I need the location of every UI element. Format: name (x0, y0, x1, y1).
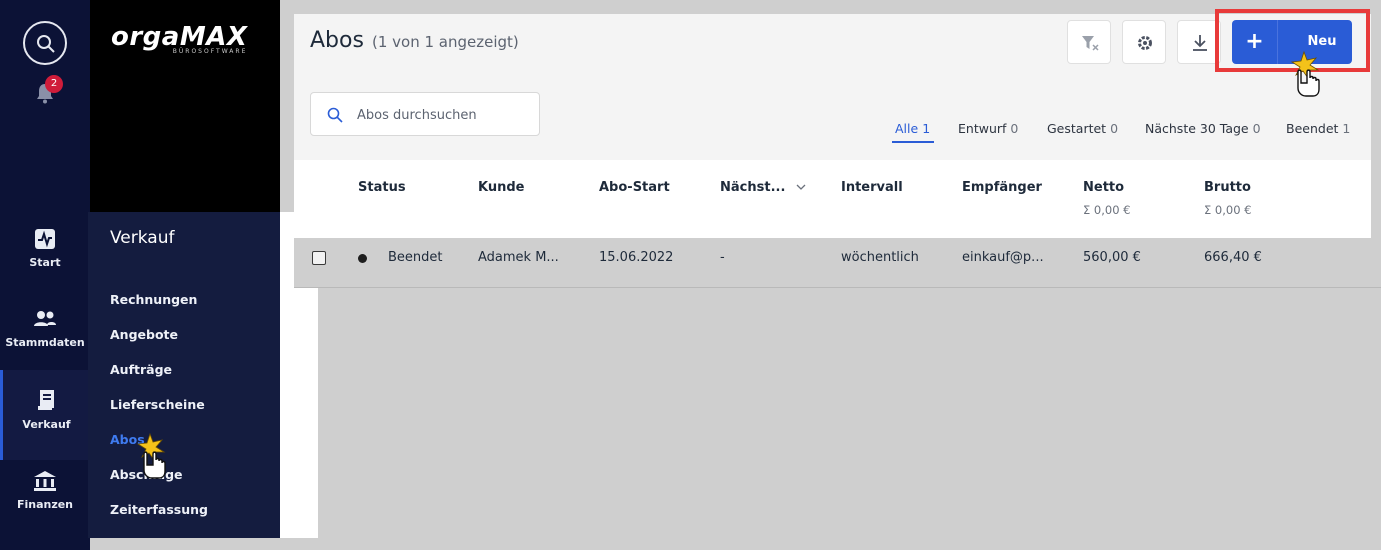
global-search-button[interactable] (23, 21, 67, 65)
icon-rail: 2 Start Stammdaten Verkauf Finanzen (0, 0, 90, 550)
clear-filter-button[interactable] (1067, 20, 1111, 64)
row-checkbox[interactable] (312, 251, 326, 265)
subnav-title: Verkauf (110, 228, 175, 248)
tab-alle[interactable]: Alle 1 (895, 121, 930, 136)
orgamax-logo: orgaMAX BÜROSOFTWARE (111, 22, 248, 55)
cell-kunde: Adamek M... (478, 250, 559, 265)
status-dot (358, 254, 367, 263)
tab-naechste-30-tage[interactable]: Nächste 30 Tage 0 (1145, 121, 1261, 136)
rail-item-label: Finanzen (16, 498, 74, 511)
users-icon (34, 311, 56, 326)
search-icon (327, 107, 343, 123)
search-input[interactable] (357, 103, 527, 127)
cell-netto: 560,00 € (1083, 250, 1141, 265)
column-abo-start[interactable]: Abo-Start (599, 180, 670, 195)
cell-intervall: wöchentlich (841, 250, 919, 265)
subnav-item-auftraege[interactable]: Aufträge (110, 362, 172, 377)
column-intervall[interactable]: Intervall (841, 180, 903, 195)
search-icon (37, 35, 55, 53)
rail-item-start[interactable]: Start (0, 228, 90, 308)
column-netto[interactable]: Netto (1083, 180, 1124, 195)
verkauf-subnav: Verkauf Rechnungen Angebote Aufträge Lie… (88, 212, 280, 538)
hand-cursor-icon (1290, 50, 1320, 97)
tab-gestartet[interactable]: Gestartet 0 (1047, 121, 1118, 136)
column-empfaenger[interactable]: Empfänger (962, 180, 1042, 195)
rail-item-label: Verkauf (22, 418, 71, 431)
abos-search[interactable] (310, 92, 540, 136)
rail-item-verkauf[interactable]: Verkauf (0, 370, 90, 460)
cell-status: Beendet (388, 250, 443, 265)
subnav-item-zeiterfassung[interactable]: Zeiterfassung (110, 502, 208, 517)
receipt-icon (37, 390, 54, 410)
cell-abo-start: 15.06.2022 (599, 250, 674, 265)
column-brutto[interactable]: Brutto (1204, 180, 1251, 195)
chevron-down-icon (796, 184, 806, 190)
active-tab-indicator (892, 141, 934, 143)
filter-clear-icon (1082, 36, 1099, 51)
page-title: Abos (310, 28, 364, 53)
cell-naechste: - (720, 250, 725, 265)
notification-badge: 2 (45, 75, 63, 93)
subnav-item-angebote[interactable]: Angebote (110, 327, 178, 342)
download-icon (1193, 35, 1207, 51)
gear-icon (1138, 36, 1152, 50)
column-naechste[interactable]: Nächst... (720, 180, 806, 195)
subnav-item-lieferscheine[interactable]: Lieferscheine (110, 397, 205, 412)
settings-button[interactable] (1122, 20, 1166, 64)
activity-icon (35, 229, 55, 249)
column-kunde[interactable]: Kunde (478, 180, 524, 195)
tab-beendet[interactable]: Beendet 1 (1286, 121, 1350, 136)
cell-empfaenger: einkauf@p... (962, 250, 1044, 265)
cell-brutto: 666,40 € (1204, 250, 1262, 265)
tab-entwurf[interactable]: Entwurf 0 (958, 121, 1018, 136)
table-header (294, 160, 1371, 238)
subnav-item-rechnungen[interactable]: Rechnungen (110, 292, 197, 307)
page-count: (1 von 1 angezeigt) (372, 33, 519, 51)
rail-item-finanzen[interactable]: Finanzen (0, 470, 90, 550)
sum-netto: Σ 0,00 € (1083, 203, 1131, 217)
sum-brutto: Σ 0,00 € (1204, 203, 1252, 217)
column-status[interactable]: Status (358, 180, 406, 195)
rail-item-label: Stammdaten (5, 336, 85, 349)
rail-item-label: Start (29, 256, 61, 269)
hand-cursor-icon (136, 432, 166, 479)
bank-icon (34, 471, 56, 491)
